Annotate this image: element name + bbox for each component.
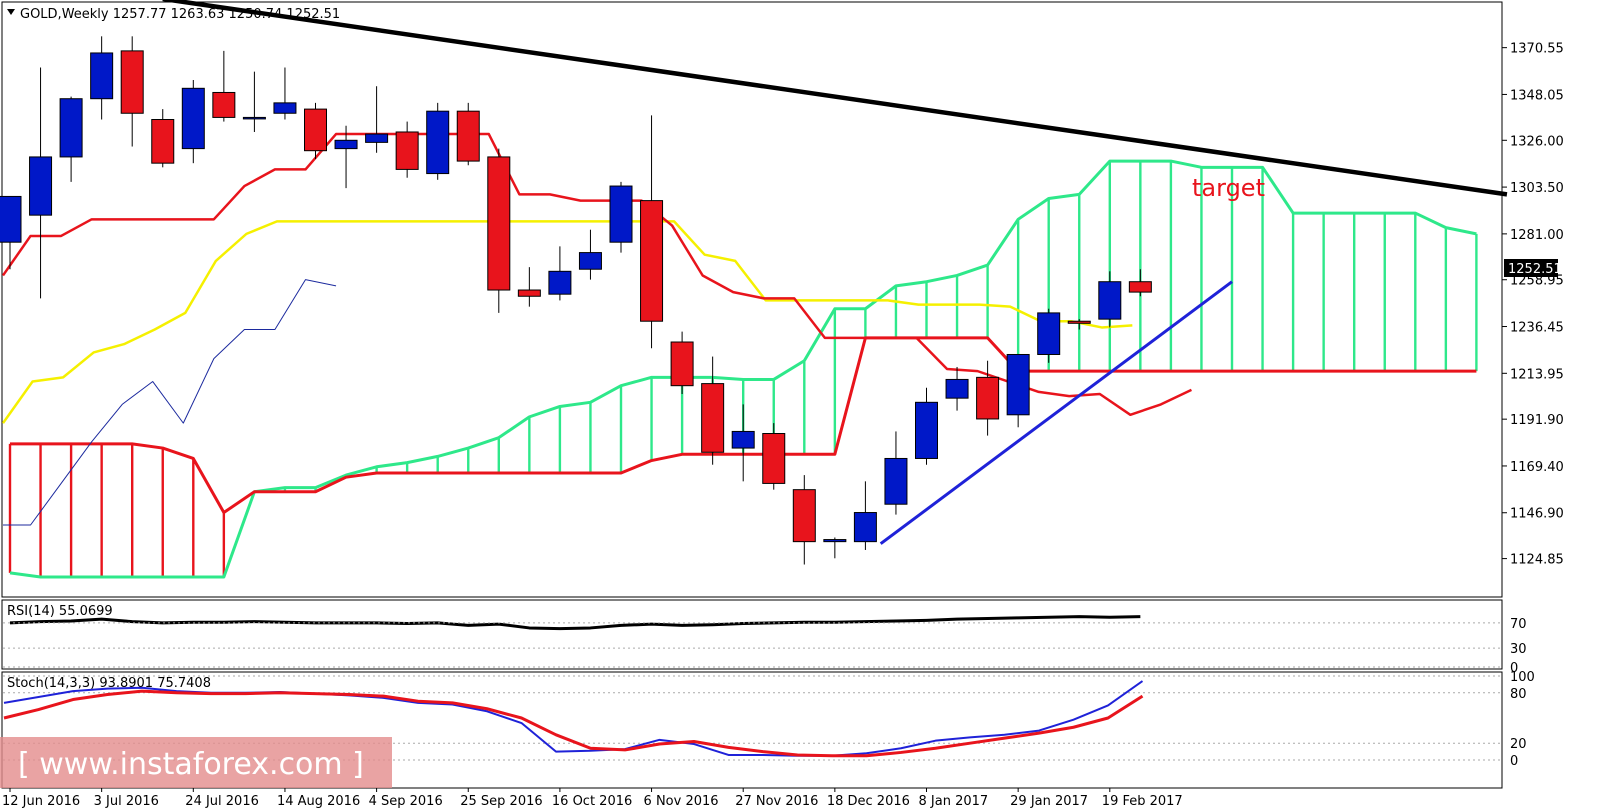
x-tick-label: 29 Jan 2017 bbox=[1010, 794, 1088, 809]
x-tick-label: 16 Oct 2016 bbox=[552, 794, 632, 809]
y-tick-label: 1169.40 bbox=[1510, 460, 1564, 475]
current-price-label: 1252.51 bbox=[1508, 262, 1562, 277]
candle-body bbox=[181, 87, 205, 150]
candle-body bbox=[792, 489, 816, 543]
candle-body bbox=[334, 139, 358, 150]
x-tick-label: 19 Feb 2017 bbox=[1102, 794, 1183, 809]
candle-body bbox=[90, 52, 114, 100]
x-tick-label: 18 Dec 2016 bbox=[827, 794, 910, 809]
rsi-title: RSI(14) 55.0699 bbox=[7, 604, 113, 619]
y-tick-label: 1236.45 bbox=[1510, 321, 1564, 336]
candle-body bbox=[884, 457, 908, 505]
candle-body bbox=[212, 91, 236, 118]
candle-body bbox=[517, 289, 541, 297]
y-tick-label: 1326.00 bbox=[1510, 134, 1564, 149]
candle-body bbox=[59, 98, 83, 158]
candle-body bbox=[670, 341, 694, 387]
candle-body bbox=[915, 401, 938, 459]
candle-body bbox=[365, 133, 389, 143]
candle-body bbox=[0, 195, 22, 243]
candle-body bbox=[242, 116, 266, 120]
candle-body bbox=[578, 252, 602, 270]
stoch-title: Stoch(14,3,3) 93.8901 75.7408 bbox=[7, 676, 211, 691]
candle-body bbox=[1128, 281, 1152, 293]
x-tick-label: 6 Nov 2016 bbox=[644, 794, 719, 809]
candle-body bbox=[548, 270, 572, 295]
x-tick-label: 25 Sep 2016 bbox=[460, 794, 542, 809]
candle-body bbox=[456, 110, 480, 162]
y-tick-label: 1348.05 bbox=[1510, 88, 1564, 103]
candle-body bbox=[731, 430, 755, 449]
x-tick-label: 8 Jan 2017 bbox=[919, 794, 989, 809]
stoch-tick-label: 20 bbox=[1510, 737, 1527, 752]
candle-body bbox=[945, 378, 969, 399]
candle-body bbox=[151, 119, 175, 164]
target-annotation: target bbox=[1192, 174, 1265, 202]
y-tick-label: 1146.90 bbox=[1510, 507, 1564, 522]
y-tick-label: 1303.50 bbox=[1510, 181, 1564, 196]
candle-body bbox=[762, 433, 786, 484]
y-tick-label: 1370.55 bbox=[1510, 42, 1564, 57]
candle-body bbox=[273, 102, 297, 114]
candle-body bbox=[1098, 281, 1122, 320]
y-tick-label: 1213.95 bbox=[1510, 367, 1564, 382]
y-tick-label: 1281.00 bbox=[1510, 228, 1564, 243]
candle-body bbox=[304, 108, 327, 152]
x-tick-label: 27 Nov 2016 bbox=[735, 794, 818, 809]
candle-body bbox=[701, 383, 725, 453]
x-tick-label: 24 Jul 2016 bbox=[185, 794, 259, 809]
candle-body bbox=[29, 156, 53, 216]
candle-body bbox=[1067, 320, 1091, 324]
candle-body bbox=[853, 512, 877, 543]
candle-body bbox=[823, 539, 847, 543]
candle-body bbox=[426, 110, 450, 175]
candle-body bbox=[395, 131, 419, 170]
rsi-tick-label: 70 bbox=[1510, 617, 1527, 632]
x-tick-label: 3 Jul 2016 bbox=[94, 794, 159, 809]
x-tick-label: 4 Sep 2016 bbox=[369, 794, 443, 809]
candle-body bbox=[1037, 312, 1061, 355]
chart-background bbox=[0, 0, 1622, 811]
candle-body bbox=[120, 50, 144, 114]
candle-body bbox=[640, 200, 664, 322]
candle-body bbox=[1006, 353, 1030, 416]
trading-chart: 1370.551348.051326.001303.501281.001258.… bbox=[0, 0, 1622, 811]
chart-title: GOLD,Weekly 1257.77 1263.63 1250.74 1252… bbox=[20, 7, 340, 22]
candle-body bbox=[609, 185, 633, 243]
watermark-text: [ www.instaforex.com ] bbox=[18, 747, 364, 782]
candle-body bbox=[487, 156, 511, 291]
x-tick-label: 14 Aug 2016 bbox=[277, 794, 360, 809]
stoch-tick-label: 80 bbox=[1510, 687, 1527, 702]
x-tick-label: 12 Jun 2016 bbox=[2, 794, 80, 809]
rsi-tick-label: 30 bbox=[1510, 642, 1527, 657]
y-tick-label: 1124.85 bbox=[1510, 553, 1564, 568]
stoch-tick-label: 0 bbox=[1510, 754, 1518, 769]
y-tick-label: 1191.90 bbox=[1510, 413, 1564, 428]
candle-body bbox=[976, 376, 1000, 420]
stoch-tick-label: 100 bbox=[1510, 670, 1535, 685]
